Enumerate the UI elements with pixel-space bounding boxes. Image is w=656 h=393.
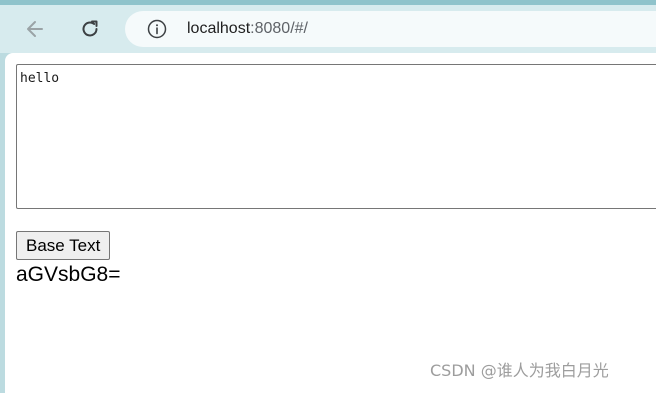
url-path: :8080/#/ — [250, 20, 308, 37]
back-button[interactable] — [17, 11, 53, 47]
reload-icon — [82, 20, 98, 37]
address-bar[interactable]: localhost:8080/#/ — [125, 11, 656, 47]
arrow-left-icon — [27, 21, 43, 37]
page-viewport: hello Base Text aGVsbG8= CSDN @谁人为我白月光 — [5, 53, 656, 393]
input-textarea[interactable]: hello — [16, 64, 656, 209]
reload-button[interactable] — [72, 11, 108, 47]
base-text-button[interactable]: Base Text — [16, 231, 111, 260]
watermark: CSDN @谁人为我白月光 — [430, 361, 609, 380]
encoded-output: aGVsbG8= — [16, 263, 121, 286]
browser-toolbar: localhost:8080/#/ — [0, 5, 656, 53]
url-host: localhost — [187, 20, 251, 37]
info-icon[interactable] — [147, 19, 167, 39]
url-text: localhost:8080/#/ — [187, 20, 308, 38]
